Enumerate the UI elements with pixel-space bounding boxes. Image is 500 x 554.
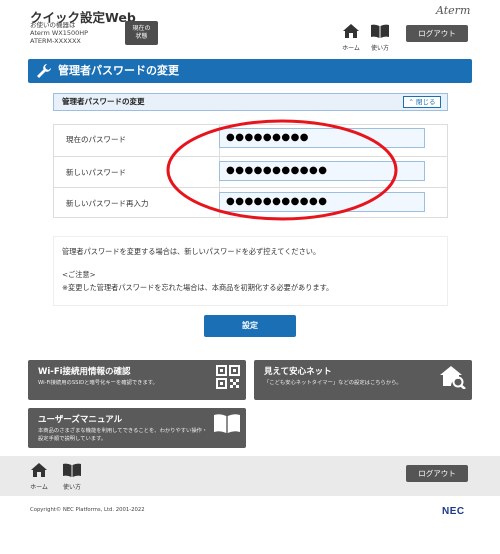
wifi-info-card[interactable]: Wi-Fi接続用情報の確認 Wi-Fi接続用のSSIDと暗号化キーを確認できます… [28,360,246,400]
users-manual-desc: 本商品のさまざまな機能を利用してできることを、わかりやすい操作・設定手順で説明し… [38,428,208,442]
home-icon [343,24,359,38]
notice-box: 管理者パスワードを変更する場合は、新しいパスワードを必ず控えてください。 <ご注… [53,236,448,306]
footer-home-label: ホーム [30,484,48,491]
current-password-label: 現在のパスワード [66,135,126,144]
status-button-line2: 状態 [135,33,148,40]
new-password-label: 新しいパスワード [66,168,126,177]
collapse-button[interactable]: ⌃ 閉じる [403,96,441,108]
home-label: ホーム [342,45,360,52]
copyright: Copyright© NEC Platforms, Ltd. 2001-2022 [30,507,145,513]
users-manual-card[interactable]: ユーザーズマニュアル 本商品のさまざまな機能を利用してできることを、わかりやすい… [28,408,246,448]
section-header: 管理者パスワードの変更 ⌃ 閉じる [53,93,448,111]
save-button[interactable]: 設定 [204,315,296,337]
wifi-info-title: Wi-Fi接続用情報の確認 [38,367,131,377]
home-icon [31,463,47,477]
users-manual-title: ユーザーズマニュアル [38,415,123,425]
annotation-ellipse [166,119,398,221]
device-info-line: お使いの機器は [30,21,76,29]
chevron-up-icon: ⌃ [408,98,414,106]
aterm-logo: Aterm [436,4,471,17]
mieru-anshin-title: 見えて安心ネット [264,367,332,377]
footer-manual-label: 使い方 [62,484,81,491]
manual-label: 使い方 [370,45,389,52]
wifi-info-desc: Wi-Fi接続用のSSIDと暗号化キーを確認できます。 [38,380,158,386]
mieru-anshin-desc: 「こども安心ネットタイマー」などの設定はこちらから。 [264,380,402,386]
footer-logout-button[interactable]: ログアウト [406,465,468,482]
page-title-bar: 管理者パスワードの変更 [28,59,472,83]
section-title: 管理者パスワードの変更 [62,97,145,106]
device-info: お使いの機器は Aterm WX1500HP ATERM-XXXXXX [30,21,88,45]
header-logout-button[interactable]: ログアウト [406,25,468,42]
book-icon [63,463,81,477]
caution-heading: <ご注意> [62,270,96,279]
mieru-anshin-card[interactable]: 見えて安心ネット 「こども安心ネットタイマー」などの設定はこちらから。 [254,360,472,400]
status-button-line1: 現在の [132,25,151,32]
caution-text: ※変更した管理者パスワードを忘れた場合は、本商品を初期化する必要があります。 [62,283,334,292]
page-title: 管理者パスワードの変更 [58,64,179,77]
footer-manual-link[interactable]: 使い方 [60,462,84,491]
notice-text: 管理者パスワードを変更する場合は、新しいパスワードを必ず控えてください。 [62,247,321,256]
footer-home-link[interactable]: ホーム [27,462,51,491]
book-icon [214,414,240,433]
header-manual-link[interactable]: 使い方 [368,23,392,52]
footer-nav: ホーム 使い方 ログアウト [0,456,500,496]
house-search-icon [440,366,466,389]
wrench-icon [37,64,51,78]
device-name: ATERM-XXXXXX [30,37,81,45]
device-model: Aterm WX1500HP [30,29,89,37]
header-home-link[interactable]: ホーム [339,23,363,52]
current-status-button[interactable]: 現在の 状態 [125,21,158,45]
nec-logo: NEC [442,506,465,517]
qr-code-icon [216,365,240,389]
confirm-password-label: 新しいパスワード再入力 [66,199,149,208]
header: クイック設定Web お使いの機器は Aterm WX1500HP ATERM-X… [0,0,500,52]
collapse-label: 閉じる [416,98,436,106]
book-icon [371,24,389,38]
